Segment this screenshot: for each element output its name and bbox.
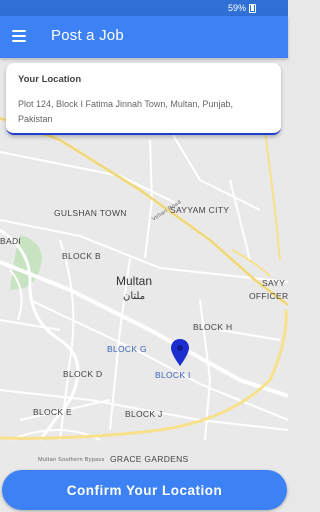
map-label-block-b: BLOCK B [62,251,101,261]
hamburger-menu-icon[interactable] [12,30,26,42]
map-city-name-urdu: ملتان [123,291,146,302]
map-label-block-i: BLOCK I [155,370,191,380]
map-label-gulshan-town: GULSHAN TOWN [54,208,127,218]
location-pin-icon[interactable] [170,338,190,368]
map-label-badi: BADI [0,236,22,246]
map-label-officers: OFFICERS [249,291,288,301]
location-card[interactable]: Your Location Plot 124, Block I Fatima J… [6,63,281,135]
map-label-block-e: BLOCK E [33,407,72,417]
map-city-name: Multan [116,274,153,288]
status-bar: 59% [0,0,288,16]
map-label-block-j: BLOCK J [125,409,163,419]
map-label-sayy: SAYY [262,278,286,288]
location-address: Plot 124, Block I Fatima Jinnah Town, Mu… [18,99,233,124]
page-title: Post a Job [51,27,124,44]
confirm-location-button[interactable]: Confirm Your Location [2,470,287,510]
location-card-label: Your Location [18,74,82,85]
battery-percent: 59% [227,3,246,13]
app-bar: Post a Job [0,16,288,58]
map-road-bypass: Multan Southern Bypass [38,457,105,463]
map-label-grace-gardens: GRACE GARDENS [110,454,189,464]
battery-icon [249,3,256,13]
map-label-block-h: BLOCK H [193,322,233,332]
map-label-block-g: BLOCK G [107,344,147,354]
map-label-block-d: BLOCK D [63,369,103,379]
